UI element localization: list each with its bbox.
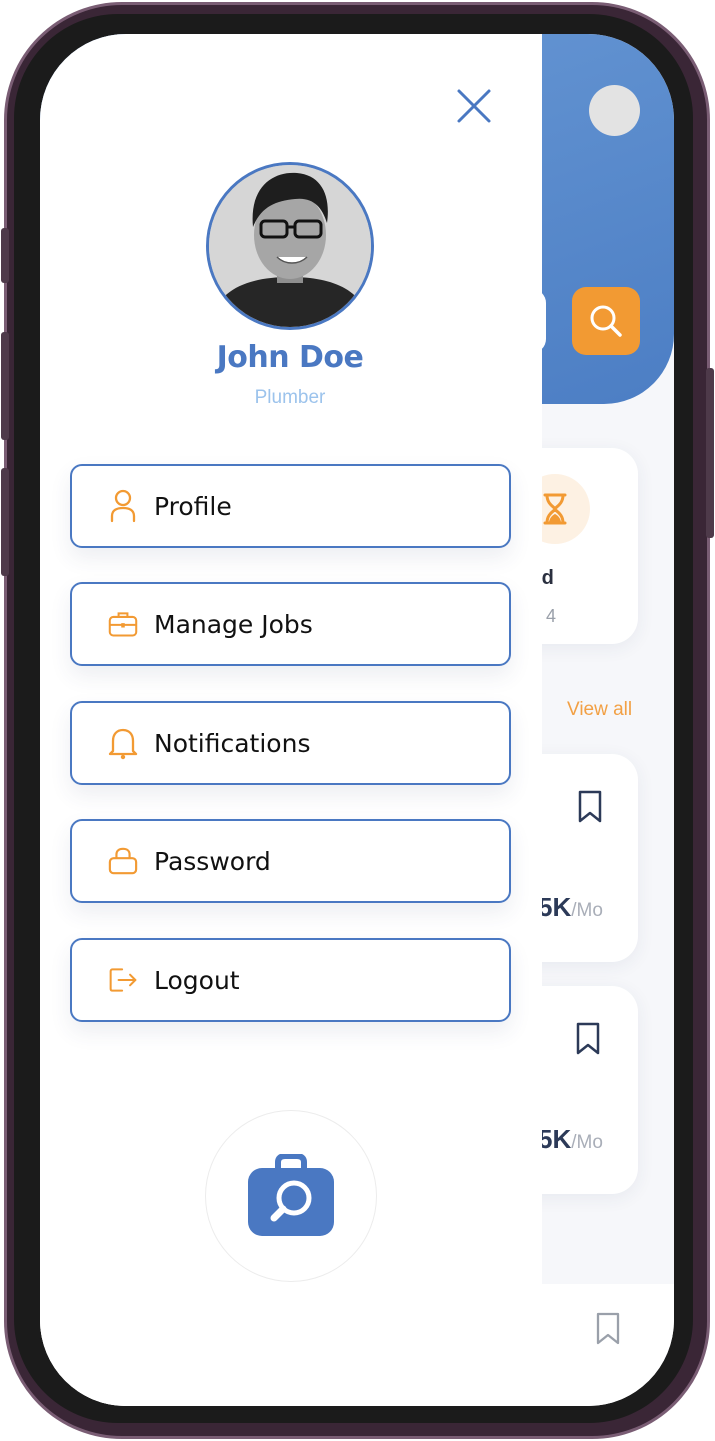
- stat-count: 4: [546, 606, 557, 626]
- logout-icon: [108, 963, 138, 997]
- header-avatar[interactable]: [589, 85, 640, 136]
- fab-container: [205, 1110, 377, 1282]
- menu-label: Notifications: [154, 728, 311, 758]
- salary-unit: /Mo: [571, 1132, 603, 1153]
- briefcase-icon: [108, 607, 138, 641]
- menu-label: Logout: [154, 965, 240, 995]
- phone-side-button: [1, 228, 9, 283]
- avatar-photo: [209, 165, 371, 327]
- user-name: John Doe: [216, 340, 364, 375]
- menu-item-manage-jobs[interactable]: Manage Jobs: [70, 582, 511, 666]
- bookmark-icon[interactable]: [577, 790, 603, 828]
- user-icon: [108, 489, 138, 523]
- nav-bookmark-icon[interactable]: [595, 1312, 621, 1350]
- close-icon: [457, 89, 491, 123]
- search-icon: [590, 305, 622, 337]
- bookmark-icon[interactable]: [575, 1022, 601, 1060]
- menu-item-notifications[interactable]: Notifications: [70, 701, 511, 785]
- salary-amount: 5K: [538, 892, 572, 922]
- phone-side-button: [706, 368, 714, 538]
- side-drawer: John Doe Plumber Profile Manage Jobs Not…: [40, 34, 542, 1406]
- phone-side-button: [1, 332, 9, 440]
- job-search-button[interactable]: [246, 1153, 336, 1238]
- search-button[interactable]: [572, 287, 640, 355]
- job-search-icon: [248, 1153, 334, 1236]
- job-salary: 5K/Mo: [538, 892, 603, 923]
- salary-unit: /Mo: [571, 900, 603, 921]
- menu-item-password[interactable]: Password: [70, 819, 511, 903]
- job-salary: 5K/Mo: [538, 1124, 603, 1155]
- menu-label: Manage Jobs: [154, 609, 313, 639]
- menu-label: Profile: [154, 491, 232, 521]
- menu-item-logout[interactable]: Logout: [70, 938, 511, 1022]
- menu-item-profile[interactable]: Profile: [70, 464, 511, 548]
- close-drawer-button[interactable]: [456, 88, 492, 124]
- view-all-link[interactable]: View all: [567, 699, 632, 721]
- menu-label: Password: [154, 846, 271, 876]
- salary-amount: 5K: [538, 1124, 572, 1154]
- phone-side-button: [1, 468, 9, 576]
- profile-avatar[interactable]: [206, 162, 374, 330]
- bell-icon: [108, 726, 138, 760]
- lock-icon: [108, 844, 138, 878]
- user-role: Plumber: [254, 387, 326, 408]
- screen: e! pleted 4 View all 5K/Mo 5K/Mo: [40, 34, 674, 1406]
